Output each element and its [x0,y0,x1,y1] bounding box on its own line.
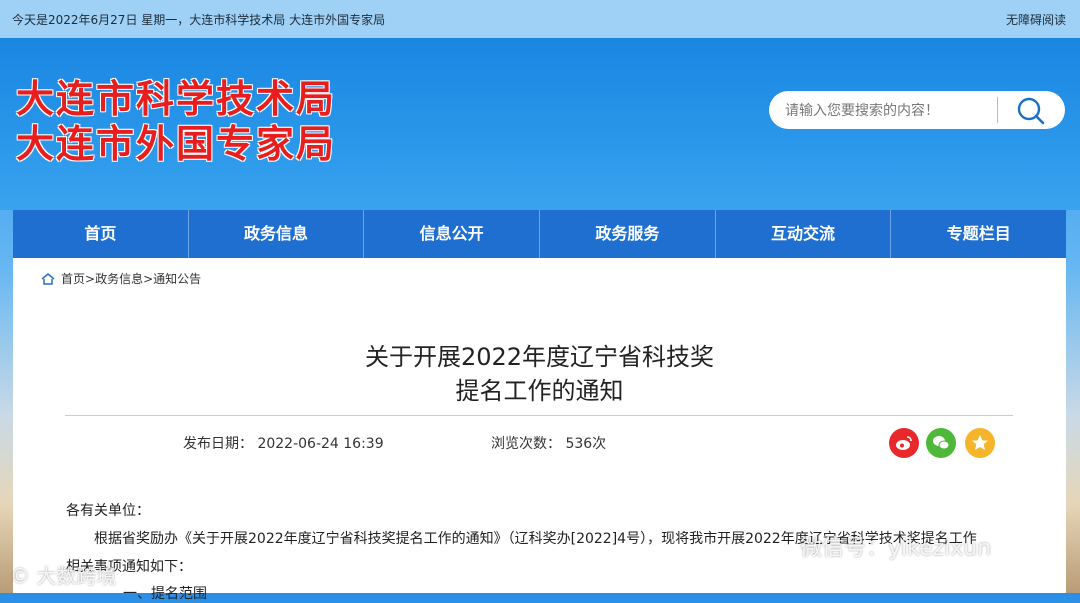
article-greeting: 各有关单位： [66,503,150,519]
nav-item-interaction[interactable]: 互动交流 [716,210,892,258]
article-section-heading: 一、提名范围 [123,586,207,602]
publish-value: 2022-06-24 16:39 [257,436,384,452]
watermark-right: 微信号：yikezixun [800,536,992,561]
search-divider [997,97,998,123]
views-label: 浏览次数： [491,436,561,452]
views-value: 536次 [565,436,607,452]
publish-label: 发布日期： [183,436,253,452]
main-nav: 首页 政务信息 信息公开 政务服务 互动交流 专题栏目 [13,210,1066,258]
date-line: 今天是2022年6月27日 星期一，大连市科学技术局 大连市外国专家局 [12,13,386,27]
search-input[interactable] [783,91,997,129]
share-weibo-button[interactable] [889,428,919,458]
nav-item-info-disclosure[interactable]: 信息公开 [364,210,541,258]
weibo-icon [896,436,912,450]
nav-item-home[interactable]: 首页 [13,210,189,258]
breadcrumb-separator: > [85,271,96,286]
nav-item-government-services[interactable]: 政务服务 [540,210,716,258]
star-icon [972,435,988,450]
site-logo[interactable]: 大连市科学技术局 大连市外国专家局 [16,76,336,166]
article-title: 关于开展2022年度辽宁省科技奖 提名工作的通知 [13,340,1066,408]
top-bar: 今天是2022年6月27日 星期一，大连市科学技术局 大连市外国专家局 无障碍阅… [0,0,1080,38]
breadcrumb: 首页 > 政务信息 > 通知公告 [41,270,201,287]
breadcrumb-government-info[interactable]: 政务信息 [95,270,143,287]
view-count: 浏览次数： 536次 [491,433,606,453]
logo-line-2: 大连市外国专家局 [16,121,337,166]
home-icon [41,272,55,285]
search-icon [1017,97,1045,125]
article-title-line-1: 关于开展2022年度辽宁省科技奖 [364,343,715,371]
article-title-line-2: 提名工作的通知 [455,377,624,405]
title-divider [65,415,1013,416]
breadcrumb-notices[interactable]: 通知公告 [153,270,201,287]
site-header: 大连市科学技术局 大连市外国专家局 [0,38,1080,210]
breadcrumb-separator: > [143,271,154,286]
wechat-icon [933,436,950,450]
search-box [769,91,1065,129]
nav-item-government-info[interactable]: 政务信息 [189,210,365,258]
nav-item-special-topics[interactable]: 专题栏目 [891,210,1066,258]
watermark-left: © 大数跨境 [10,564,117,588]
favorite-button[interactable] [965,428,995,458]
accessibility-link[interactable]: 无障碍阅读 [1006,11,1066,28]
publish-date: 发布日期： 2022-06-24 16:39 [183,433,384,453]
breadcrumb-home[interactable]: 首页 [61,270,85,287]
search-button[interactable] [1001,91,1065,129]
share-wechat-button[interactable] [926,428,956,458]
logo-line-1: 大连市科学技术局 [16,76,337,121]
